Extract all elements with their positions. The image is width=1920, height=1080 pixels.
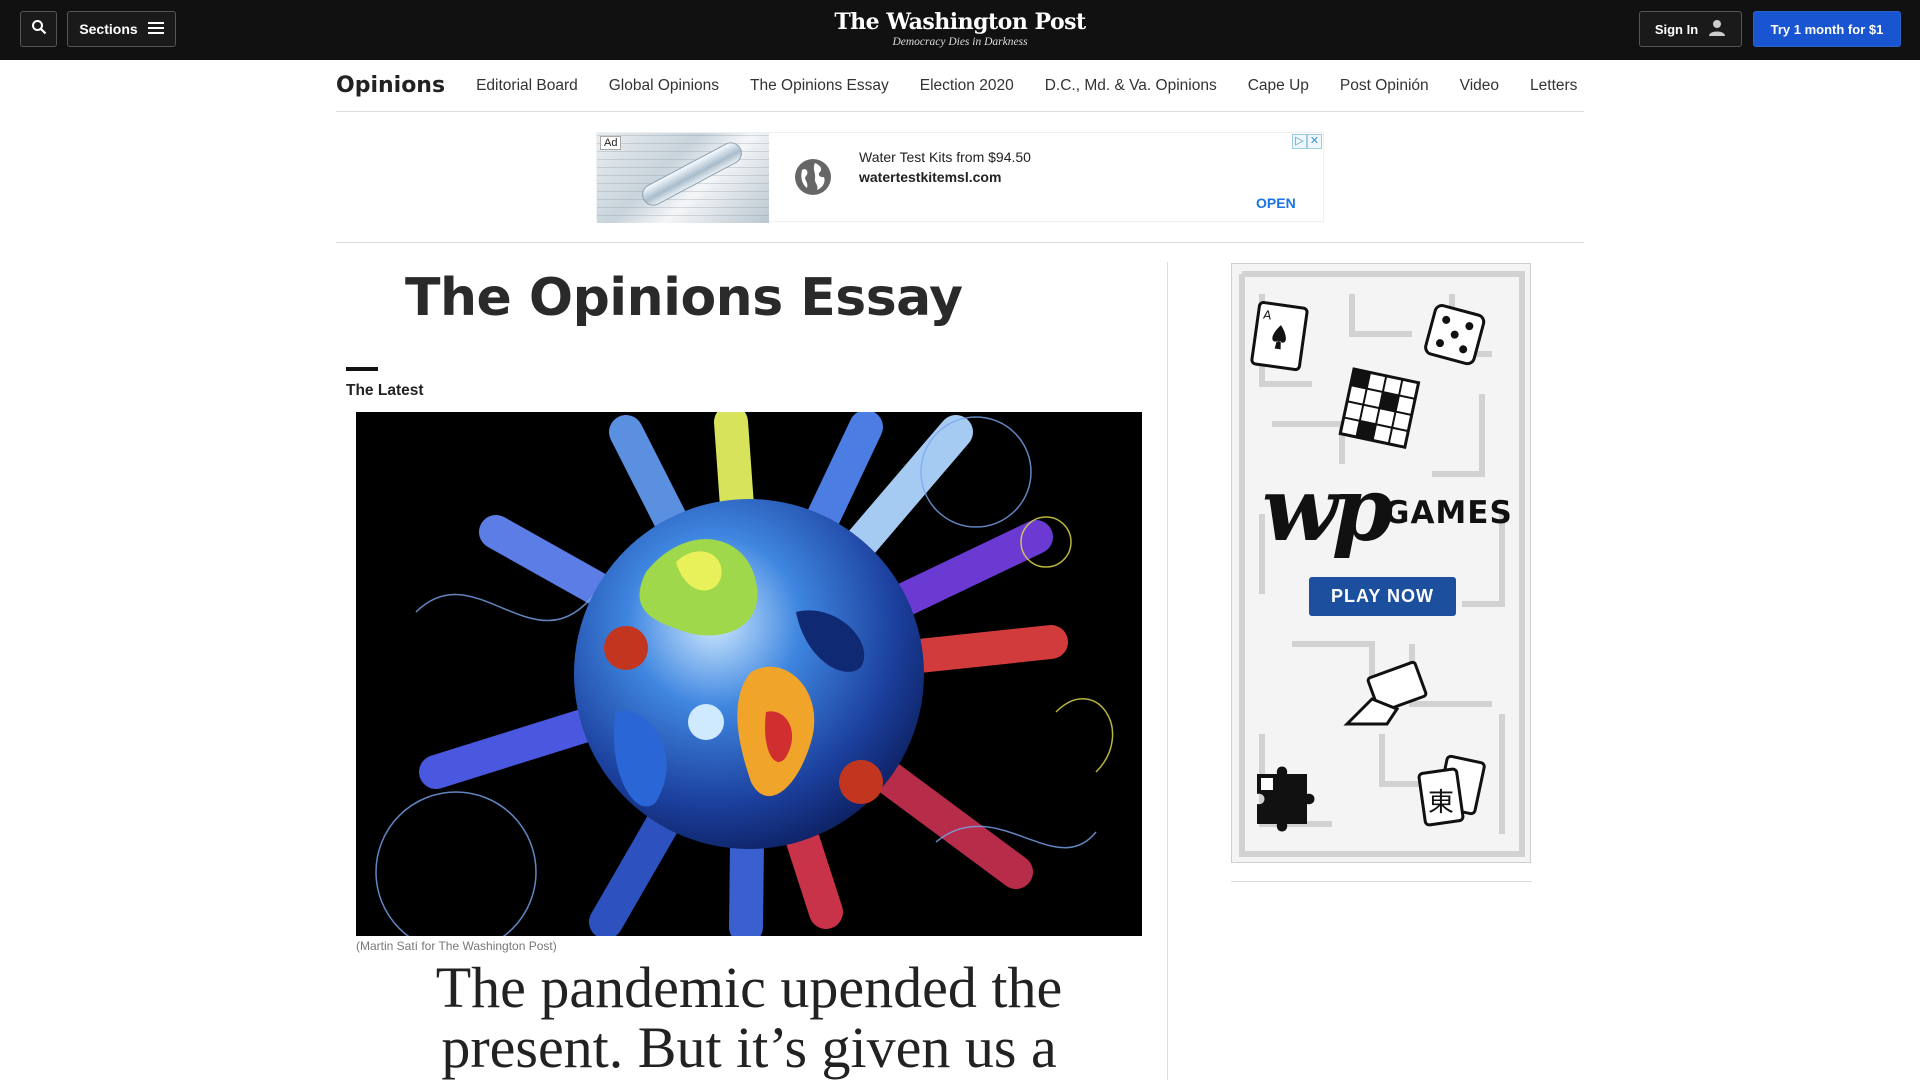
nav-item-letters[interactable]: Letters: [1530, 77, 1577, 95]
nav-item-post-opinion[interactable]: Post Opinión: [1340, 77, 1429, 95]
top-bar: Sections The Washington Post Democracy D…: [0, 0, 1920, 60]
globe-icon: [793, 157, 833, 197]
hero-image[interactable]: [356, 412, 1142, 936]
ad-close-icon[interactable]: ✕: [1307, 134, 1322, 149]
divider: [336, 242, 1584, 243]
nav-item-dc-md-va[interactable]: D.C., Md. & Va. Opinions: [1045, 77, 1217, 95]
nav-item-editorial-board[interactable]: Editorial Board: [476, 77, 578, 95]
sign-in-label: Sign In: [1654, 21, 1699, 37]
logo-title: The Washington Post: [834, 9, 1086, 35]
user-icon: [1708, 19, 1726, 40]
wp-logo: wp: [1262, 457, 1393, 561]
latest-label: The Latest: [346, 382, 424, 399]
logo-tagline: Democracy Dies in Darkness: [892, 36, 1028, 48]
image-credit: (Martin Satí for The Washington Post): [356, 939, 557, 953]
ad-badge: Ad: [600, 136, 622, 150]
ad-headline: Water Test Kits from $94.50: [859, 149, 1031, 165]
nav-item-election-2020[interactable]: Election 2020: [920, 77, 1014, 95]
maze-background: A 東: [1239, 271, 1525, 857]
play-now-button[interactable]: PLAY NOW: [1309, 577, 1456, 616]
ad-info-icon[interactable]: ▷: [1292, 134, 1307, 149]
rail-divider: [1231, 881, 1532, 882]
nav-item-cape-up[interactable]: Cape Up: [1248, 77, 1309, 95]
article-headline[interactable]: The pandemic upended the present. But it…: [356, 958, 1142, 1078]
svg-text:東: 東: [1428, 788, 1454, 818]
ad-open-button[interactable]: OPEN: [1256, 195, 1296, 211]
page-title: The Opinions Essay: [405, 268, 963, 328]
nav-item-video[interactable]: Video: [1460, 77, 1499, 95]
site-logo[interactable]: The Washington Post Democracy Dies in Da…: [0, 9, 1920, 49]
section-title[interactable]: Opinions: [336, 73, 445, 98]
ad-image: [597, 133, 769, 223]
nav-item-global-opinions[interactable]: Global Opinions: [609, 77, 719, 95]
subscribe-button[interactable]: Try 1 month for $1: [1753, 11, 1901, 47]
games-ad[interactable]: A 東 wp GAMES PLAY NOW: [1231, 263, 1531, 863]
sign-in-button[interactable]: Sign In: [1639, 11, 1742, 47]
column-divider: [1167, 262, 1168, 1080]
ad-choices[interactable]: ▷ ✕: [1292, 134, 1322, 149]
ad-domain: watertestkitemsl.com: [859, 169, 1002, 185]
section-nav: Opinions Editorial Board Global Opinions…: [336, 60, 1584, 112]
games-label: GAMES: [1384, 495, 1513, 531]
latest-accent-bar: [346, 367, 378, 371]
ad-banner[interactable]: Ad Water Test Kits from $94.50 watertest…: [596, 132, 1324, 223]
nav-item-opinions-essay[interactable]: The Opinions Essay: [750, 77, 889, 95]
